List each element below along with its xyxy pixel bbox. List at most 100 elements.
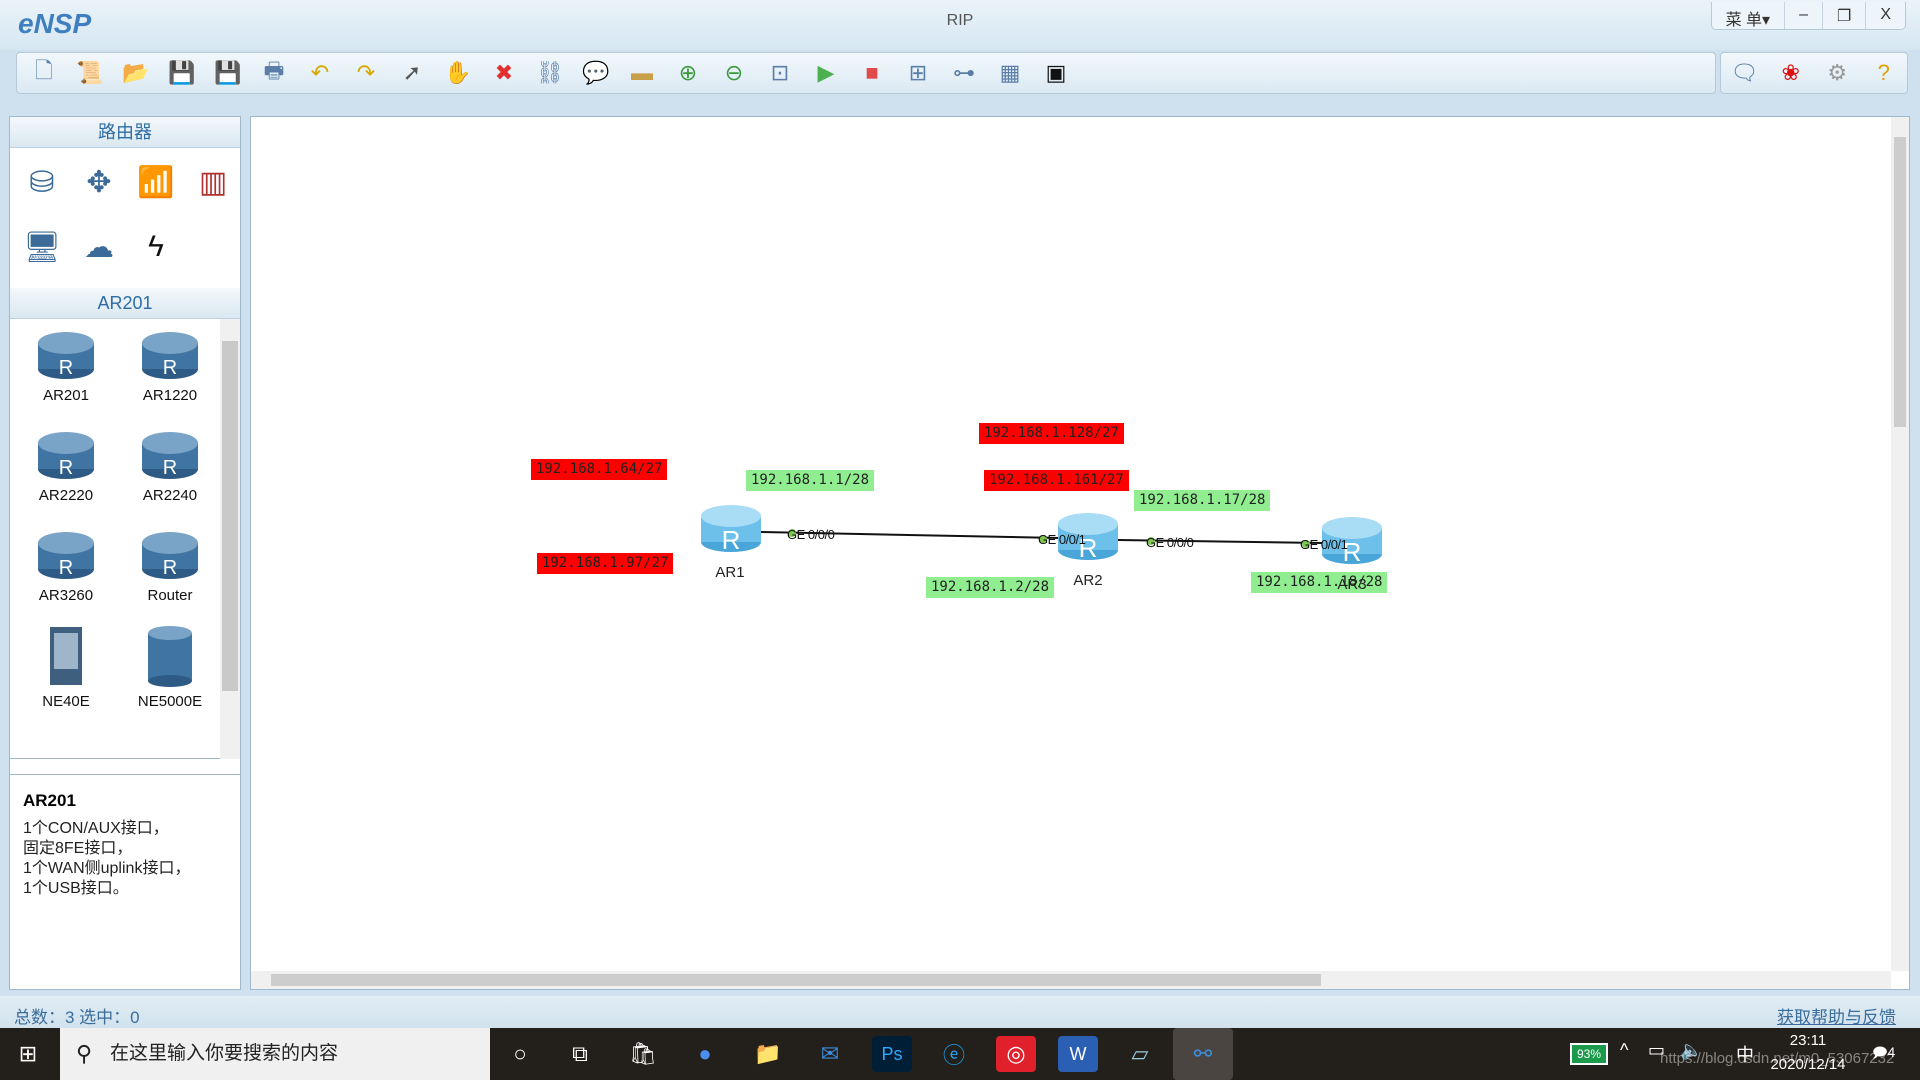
main-toolbar: 🗋 📜 📂 💾 💾 🖶 ↶ ↷ ➚ ✋ ✖ ⛓ 💬 ▬ ⊕ ⊖ ⊡ ▶ ■ ⊞ …	[16, 52, 1716, 94]
info-line: 1个CON/AUX接口，	[23, 820, 169, 837]
device-ar3260[interactable]: R AR3260	[16, 529, 116, 604]
info-line: 固定8FE接口，	[23, 840, 133, 857]
subnet-label[interactable]: 192.168.1.97/27	[537, 553, 674, 574]
delete-link-icon[interactable]: ⛓	[533, 57, 567, 89]
browser-icon[interactable]: ⓔ	[934, 1036, 974, 1072]
open-icon[interactable]: 📂	[119, 57, 153, 89]
file-explorer-icon[interactable]: 📁	[748, 1036, 788, 1072]
device-ar2220[interactable]: R AR2220	[16, 429, 116, 504]
device-label: AR201	[43, 387, 89, 404]
netease-music-icon[interactable]: ◎	[996, 1036, 1036, 1072]
ip-label[interactable]: 192.168.1.2/28	[926, 577, 1055, 598]
device-ar2240[interactable]: R AR2240	[120, 429, 220, 504]
start-icon[interactable]: ▶	[809, 57, 843, 89]
minimize-button[interactable]: –	[1784, 2, 1822, 29]
info-line: 1个WAN侧uplink接口，	[23, 860, 191, 877]
ensp-taskbar-icon[interactable]: ⚯	[1173, 1028, 1233, 1080]
photoshop-icon[interactable]: Ps	[872, 1036, 912, 1072]
notification-center-icon[interactable]: 🗩4	[1872, 1042, 1895, 1066]
device-router[interactable]: R Router	[120, 529, 220, 604]
device-list-scrollbar[interactable]	[220, 319, 240, 759]
link-icon[interactable]: ϟ	[128, 221, 184, 273]
restore-button[interactable]: ❐	[1821, 2, 1865, 29]
zoom-out-icon[interactable]: ⊖	[717, 57, 751, 89]
ip-label[interactable]: 192.168.1.18/28	[1251, 572, 1388, 593]
device-ne5000e[interactable]: NE5000E	[120, 625, 220, 710]
device-label: AR2240	[142, 487, 198, 504]
canvas-horizontal-scrollbar[interactable]	[251, 971, 1891, 989]
ip-label[interactable]: 192.168.1.1/28	[746, 470, 875, 491]
scrollbar-thumb[interactable]	[222, 341, 238, 691]
cortana-icon[interactable]: ○	[500, 1036, 540, 1072]
redo-icon[interactable]: ↷	[349, 57, 383, 89]
svg-text:R: R	[59, 457, 73, 479]
help-feedback-link[interactable]: 获取帮助与反馈	[1777, 1003, 1896, 1028]
battery-indicator[interactable]: 93%	[1570, 1043, 1608, 1065]
info-title: AR201	[23, 791, 76, 810]
cloud-icon[interactable]: ☁	[71, 221, 127, 273]
menu-button[interactable]: 菜 单▾	[1712, 2, 1784, 29]
windows-start-icon[interactable]: ⊞	[8, 1036, 48, 1072]
router-icon[interactable]: ⛁	[14, 156, 70, 208]
delete-icon[interactable]: ✖	[487, 57, 521, 89]
router-icon: R	[142, 332, 198, 379]
grid-icon[interactable]: ▦	[993, 57, 1027, 89]
right-toolbar: 🗨 ❀ ⚙ ?	[1720, 52, 1908, 94]
node-ar1[interactable]: R	[701, 505, 761, 555]
save-as-icon[interactable]: 💾	[211, 57, 245, 89]
select-icon[interactable]: ➚	[395, 57, 429, 89]
new-example-icon[interactable]: 📜	[73, 57, 107, 89]
search-icon: ⚲	[76, 1041, 93, 1066]
taskbar-search[interactable]: ⚲ 在这里输入你要搜索的内容	[60, 1028, 490, 1080]
subnet-label[interactable]: 192.168.1.64/27	[531, 459, 668, 480]
task-view-icon[interactable]: ⧉	[560, 1036, 600, 1072]
device-label: AR3260	[38, 587, 94, 604]
clock-time[interactable]: 23:11	[1768, 1032, 1848, 1049]
router-icon: R	[142, 532, 198, 579]
canvas-vertical-scrollbar[interactable]	[1891, 117, 1909, 971]
subnet-label[interactable]: 192.168.1.161/27	[984, 470, 1129, 491]
pan-hand-icon[interactable]: ✋	[441, 57, 475, 89]
save-icon[interactable]: 💾	[165, 57, 199, 89]
pc-icon[interactable]: 🖥	[14, 221, 70, 273]
app-l-icon[interactable]: ●	[685, 1036, 725, 1072]
chat-icon[interactable]: 🗨	[1727, 57, 1761, 89]
device-ne40e[interactable]: NE40E	[16, 625, 116, 710]
firewall-icon[interactable]: ▥	[185, 156, 241, 208]
capture-icon[interactable]: ⊞	[901, 57, 935, 89]
subnet-label[interactable]: 192.168.1.128/27	[979, 423, 1124, 444]
huawei-icon[interactable]: ❀	[1774, 57, 1808, 89]
device-label: NE40E	[42, 693, 90, 710]
device-ar201[interactable]: R AR201	[16, 329, 116, 404]
rectangle-icon[interactable]: ▬	[625, 57, 659, 89]
help-icon[interactable]: ?	[1867, 57, 1901, 89]
print-icon[interactable]: 🖶	[257, 57, 291, 89]
undo-icon[interactable]: ↶	[303, 57, 337, 89]
wireless-icon[interactable]: 📶	[128, 156, 184, 208]
fit-icon[interactable]: ⊡	[763, 57, 797, 89]
chevron-up-icon[interactable]: ^	[1620, 1040, 1628, 1061]
notepad-icon[interactable]: ▱	[1120, 1036, 1160, 1072]
topology-canvas[interactable]: R R R GE 0/0/0 GE 0/0/1 GE 0/0/0 GE 0/0/…	[250, 116, 1910, 990]
cli-icon[interactable]: ▣	[1039, 57, 1073, 89]
svg-text:R: R	[163, 557, 177, 579]
mail-icon[interactable]: ✉	[810, 1036, 850, 1072]
scrollbar-thumb[interactable]	[271, 974, 1321, 986]
scrollbar-thumb[interactable]	[1894, 137, 1906, 427]
stop-icon[interactable]: ■	[855, 57, 889, 89]
device-series-header: AR201	[10, 288, 240, 319]
interface-label: GE 0/0/0	[1146, 535, 1194, 550]
interface-label: GE 0/0/0	[787, 527, 835, 542]
new-topology-icon[interactable]: 🗋	[27, 57, 61, 89]
close-button[interactable]: X	[1865, 2, 1905, 29]
zoom-in-icon[interactable]: ⊕	[671, 57, 705, 89]
device-ar1220[interactable]: R AR1220	[120, 329, 220, 404]
title-bar: eNSP RIP 菜 单▾ – ❐ X	[0, 0, 1920, 50]
settings-icon[interactable]: ⚙	[1820, 57, 1854, 89]
topology-icon[interactable]: ⊶	[947, 57, 981, 89]
word-icon[interactable]: W	[1058, 1036, 1098, 1072]
switch-icon[interactable]: ✥	[71, 156, 127, 208]
ip-label[interactable]: 192.168.1.17/28	[1134, 490, 1271, 511]
store-icon[interactable]: 🛍	[623, 1036, 663, 1072]
text-annotation-icon[interactable]: 💬	[579, 57, 613, 89]
